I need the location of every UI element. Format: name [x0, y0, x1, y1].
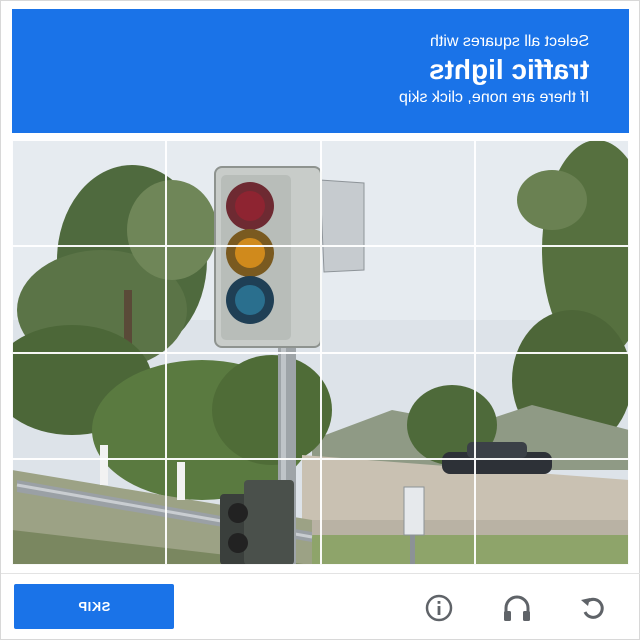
grid-tile-r1c2[interactable]	[166, 140, 321, 247]
grid-tile-r4c3[interactable]	[320, 458, 475, 565]
instruction-hint-text: If there are none, click skip	[398, 89, 589, 106]
skip-button[interactable]: SKIP	[14, 584, 174, 629]
grid-tile-r2c2[interactable]	[166, 246, 321, 353]
grid-tile-r2c3[interactable]	[320, 246, 475, 353]
footer-divider	[1, 573, 640, 574]
grid-tile-r1c4[interactable]	[474, 140, 629, 247]
skip-button-label: SKIP	[77, 599, 111, 614]
grid-tile-r2c4[interactable]	[474, 246, 629, 353]
grid-tile-r3c3[interactable]	[320, 352, 475, 459]
grid-tile-r4c2[interactable]	[166, 458, 321, 565]
headphones-audio-icon[interactable]	[497, 588, 537, 628]
grid-tile-r2c1[interactable]	[12, 246, 167, 353]
grid-tile-r3c4[interactable]	[474, 352, 629, 459]
image-grid	[12, 140, 629, 565]
instruction-header: Select all squares with traffic lights I…	[12, 9, 629, 133]
grid-tile-r1c1[interactable]	[12, 140, 167, 247]
grid-tile-r3c1[interactable]	[12, 352, 167, 459]
tile-grid	[12, 140, 629, 565]
instruction-small-text: Select all squares with	[429, 33, 589, 50]
info-icon[interactable]	[419, 588, 459, 628]
grid-tile-r1c3[interactable]	[320, 140, 475, 247]
captcha-frame: Select all squares with traffic lights I…	[0, 0, 640, 640]
grid-tile-r4c4[interactable]	[474, 458, 629, 565]
reload-icon[interactable]	[572, 588, 612, 628]
grid-tile-r3c2[interactable]	[166, 352, 321, 459]
grid-tile-r4c1[interactable]	[12, 458, 167, 565]
target-object-label: traffic lights	[428, 54, 589, 85]
